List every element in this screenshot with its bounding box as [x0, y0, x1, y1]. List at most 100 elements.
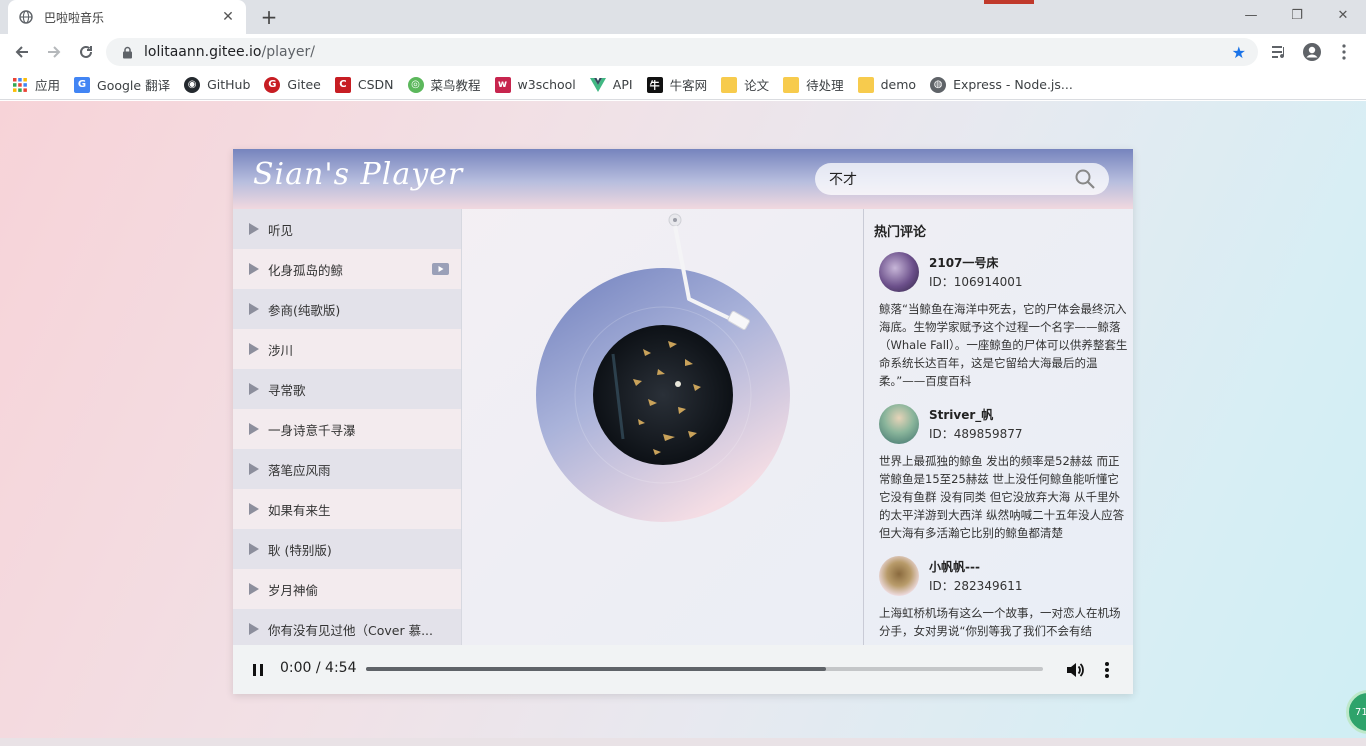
- search-icon[interactable]: [1075, 169, 1095, 189]
- profile-icon[interactable]: [1300, 40, 1324, 64]
- bookmark-google-translate[interactable]: G Google 翻译: [74, 75, 170, 94]
- song-item[interactable]: 你有没有见过他（Cover 慕...: [233, 609, 461, 645]
- page-background: Sian's Player 不才 听见 化身孤岛的鲸 参商(纯歌版) 涉川 寻常…: [0, 101, 1366, 746]
- bookmark-apps[interactable]: 应用: [12, 75, 60, 94]
- tab-title: 巴啦啦音乐: [44, 10, 105, 25]
- github-icon: ◉: [184, 76, 201, 93]
- comment-text: 世界上最孤独的鲸鱼 发出的频率是52赫兹 而正常鲸鱼是15至25赫兹 世上没任何…: [879, 454, 1125, 540]
- new-tab-button[interactable]: +: [258, 5, 280, 29]
- bookmark-runoob[interactable]: ◎ 菜鸟教程: [407, 75, 481, 94]
- bookmark-label: demo: [880, 77, 917, 92]
- bookmark-label: CSDN: [357, 77, 394, 92]
- play-triangle-icon[interactable]: [247, 542, 261, 556]
- browser-toolbar: lolitaann.gitee.io/player/ ★: [0, 34, 1366, 70]
- restore-icon[interactable]: ❐: [1274, 0, 1320, 30]
- bookmark-w3school[interactable]: w w3school: [494, 76, 576, 93]
- song-item[interactable]: 一身诗意千寻瀑: [233, 409, 461, 449]
- song-item[interactable]: 耿 (特别版): [233, 529, 461, 569]
- play-triangle-icon[interactable]: [247, 342, 261, 356]
- csdn-icon: C: [334, 76, 351, 93]
- song-item[interactable]: 寻常歌: [233, 369, 461, 409]
- song-title: 耿 (特别版): [268, 542, 332, 558]
- bookmark-label: w3school: [517, 77, 576, 92]
- song-item[interactable]: 参商(纯歌版): [233, 289, 461, 329]
- reload-icon[interactable]: [74, 40, 98, 64]
- window-controls: — ❐ ✕: [1228, 0, 1366, 30]
- folder-icon: [721, 76, 738, 93]
- play-triangle-icon[interactable]: [247, 582, 261, 596]
- song-title: 岁月神偷: [268, 582, 319, 598]
- play-triangle-icon[interactable]: [247, 462, 261, 476]
- bookmark-star-icon[interactable]: ★: [1232, 43, 1246, 62]
- close-window-icon[interactable]: ✕: [1320, 0, 1366, 30]
- globe-icon: [18, 9, 34, 25]
- w3school-icon: w: [494, 76, 511, 93]
- back-arrow-icon[interactable]: [10, 40, 34, 64]
- avatar[interactable]: [879, 556, 919, 596]
- media-queue-icon[interactable]: [1268, 40, 1292, 64]
- bookmark-github[interactable]: ◉ GitHub: [184, 76, 251, 93]
- player-logo: Sian's Player: [253, 157, 464, 192]
- play-triangle-icon[interactable]: [247, 622, 261, 636]
- song-item[interactable]: 如果有来生: [233, 489, 461, 529]
- mv-video-icon[interactable]: [432, 263, 449, 275]
- bookmark-label: Express - Node.js...: [953, 77, 1073, 92]
- play-triangle-icon[interactable]: [247, 382, 261, 396]
- play-triangle-icon[interactable]: [247, 222, 261, 236]
- window-accent-mark: [984, 0, 1034, 4]
- bookmark-label: 应用: [35, 78, 61, 93]
- search-input[interactable]: 不才: [829, 169, 1075, 189]
- pause-icon[interactable]: [250, 662, 266, 678]
- progress-bar[interactable]: [366, 667, 1043, 671]
- lock-icon: [120, 45, 134, 59]
- more-options-icon[interactable]: [1099, 660, 1115, 680]
- play-triangle-icon[interactable]: [247, 422, 261, 436]
- song-item[interactable]: 涉川: [233, 329, 461, 369]
- player-header: Sian's Player 不才: [233, 149, 1133, 209]
- song-item[interactable]: 化身孤岛的鲸: [233, 249, 461, 289]
- volume-icon[interactable]: [1065, 660, 1085, 680]
- runoob-icon: ◎: [407, 76, 424, 93]
- comment-username: 小帆帆---: [929, 560, 980, 574]
- bookmark-nowcoder[interactable]: 牛牛客网: [646, 75, 708, 94]
- bookmark-api[interactable]: API: [589, 77, 633, 93]
- song-item[interactable]: 落笔应风雨: [233, 449, 461, 489]
- taskbar-edge: [0, 738, 1366, 746]
- comment-text: 上海虹桥机场有这么一个故事，一对恋人在机场分手，女对男说“你别等我了我们不会有结: [879, 606, 1121, 638]
- bookmark-label: GitHub: [207, 77, 251, 92]
- minimize-icon[interactable]: —: [1228, 0, 1274, 30]
- bookmark-gitee[interactable]: G Gitee: [264, 76, 321, 93]
- album-cover: [593, 325, 733, 465]
- song-title: 如果有来生: [268, 502, 331, 518]
- bookmark-label: 菜鸟教程: [430, 78, 481, 93]
- forward-arrow-icon[interactable]: [42, 40, 66, 64]
- comment-item: Striver_帆 ID：489859877 世界上最孤独的鲸鱼 发出的频率是5…: [874, 404, 1133, 542]
- bookmark-label: 牛客网: [669, 78, 708, 93]
- browser-tabstrip: 巴啦啦音乐 ✕ + — ❐ ✕: [0, 0, 1366, 34]
- song-item[interactable]: 岁月神偷: [233, 569, 461, 609]
- play-triangle-icon[interactable]: [247, 502, 261, 516]
- audio-controls: 0:00 / 4:54: [233, 645, 1133, 694]
- comment-item: 小帆帆--- ID：282349611 上海虹桥机场有这么一个故事，一对恋人在机…: [874, 556, 1133, 640]
- menu-dots-icon[interactable]: [1332, 40, 1356, 64]
- bookmark-folder-papers[interactable]: 论文: [721, 75, 769, 94]
- bookmark-csdn[interactable]: C CSDN: [334, 76, 394, 93]
- progress-fill: [366, 667, 827, 671]
- time-display: 0:00 / 4:54: [280, 660, 357, 676]
- search-box[interactable]: 不才: [815, 163, 1109, 195]
- address-bar[interactable]: lolitaann.gitee.io/player/ ★: [106, 38, 1258, 66]
- folder-icon: [783, 76, 800, 93]
- avatar[interactable]: [879, 252, 919, 292]
- play-triangle-icon[interactable]: [247, 262, 261, 276]
- close-tab-icon[interactable]: ✕: [220, 9, 236, 25]
- bookmark-folder-todo[interactable]: 待处理: [783, 75, 844, 94]
- play-triangle-icon[interactable]: [247, 302, 261, 316]
- avatar[interactable]: [879, 404, 919, 444]
- song-title: 落笔应风雨: [268, 462, 331, 478]
- vue-icon: [589, 77, 606, 93]
- song-item[interactable]: 听见: [233, 209, 461, 249]
- bookmark-folder-demo[interactable]: demo: [857, 76, 917, 93]
- bookmark-express[interactable]: ◍ Express - Node.js...: [930, 76, 1073, 93]
- comment-user-id: ID：282349611: [929, 579, 1023, 593]
- browser-tab[interactable]: 巴啦啦音乐 ✕: [8, 0, 246, 34]
